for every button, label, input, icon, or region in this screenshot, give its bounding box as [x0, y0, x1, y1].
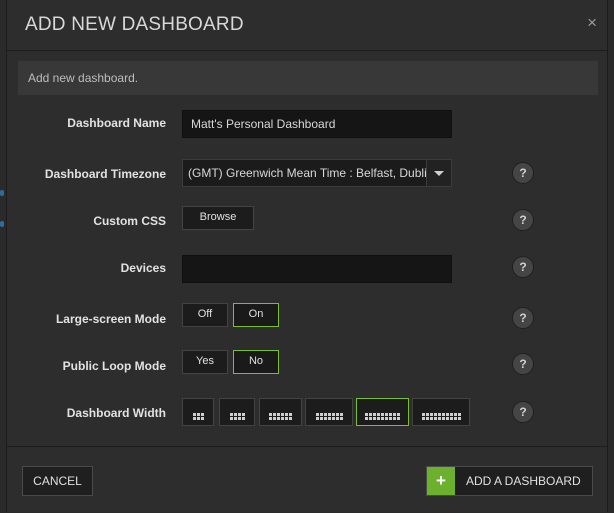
public-loop-yes-button[interactable]: Yes	[182, 350, 228, 374]
timezone-value: (GMT) Greenwich Mean Time : Belfast, Dub…	[188, 166, 434, 180]
info-banner: Add new dashboard.	[18, 61, 598, 95]
width-option-5[interactable]	[356, 398, 409, 426]
column-grid-icon	[421, 407, 461, 425]
column-grid-icon	[229, 407, 245, 425]
help-icon[interactable]: ?	[512, 256, 534, 278]
column-grid-icon	[315, 407, 343, 425]
large-screen-off-button[interactable]: Off	[182, 303, 228, 327]
width-option-4[interactable]	[305, 398, 353, 426]
dialog-footer: CANCEL + ADD A DASHBOARD	[7, 446, 607, 513]
custom-css-label: Custom CSS	[93, 214, 166, 228]
add-dashboard-button[interactable]: + ADD A DASHBOARD	[426, 466, 593, 496]
dashboard-width-label: Dashboard Width	[66, 406, 166, 420]
width-option-2[interactable]	[219, 398, 255, 426]
close-icon[interactable]: ×	[587, 13, 597, 33]
backdrop-accent	[0, 221, 4, 227]
dashboard-name-label: Dashboard Name	[67, 116, 166, 130]
help-icon[interactable]: ?	[512, 307, 534, 329]
add-dashboard-label: ADD A DASHBOARD	[466, 474, 581, 488]
add-dashboard-dialog: ADD NEW DASHBOARD × Add new dashboard. D…	[6, 0, 608, 512]
dialog-header: ADD NEW DASHBOARD ×	[7, 0, 607, 51]
help-icon[interactable]: ?	[512, 353, 534, 375]
help-icon[interactable]: ?	[512, 209, 534, 231]
column-grid-icon	[269, 407, 292, 425]
backdrop-accent	[0, 190, 4, 196]
large-screen-mode-label: Large-screen Mode	[55, 312, 166, 326]
width-option-6[interactable]	[412, 398, 470, 426]
cancel-button[interactable]: CANCEL	[22, 466, 93, 496]
width-option-1[interactable]	[182, 398, 214, 426]
dashboard-timezone-label: Dashboard Timezone	[44, 167, 166, 181]
devices-label: Devices	[120, 261, 166, 275]
timezone-select[interactable]: (GMT) Greenwich Mean Time : Belfast, Dub…	[182, 159, 452, 187]
public-loop-mode-label: Public Loop Mode	[62, 359, 166, 373]
devices-input[interactable]	[182, 255, 452, 283]
plus-icon: +	[427, 467, 455, 495]
public-loop-no-button[interactable]: No	[233, 350, 279, 374]
width-option-3[interactable]	[259, 398, 302, 426]
timezone-dropdown-button[interactable]	[426, 160, 451, 186]
help-icon[interactable]: ?	[512, 401, 534, 423]
help-icon[interactable]: ?	[512, 162, 534, 184]
column-grid-icon	[365, 407, 400, 425]
browse-button[interactable]: Browse	[182, 206, 254, 230]
dashboard-name-input[interactable]	[182, 110, 452, 138]
column-grid-icon	[192, 407, 204, 425]
caret-down-icon	[434, 171, 444, 176]
large-screen-on-button[interactable]: On	[233, 303, 279, 327]
dialog-title: ADD NEW DASHBOARD	[25, 14, 244, 35]
